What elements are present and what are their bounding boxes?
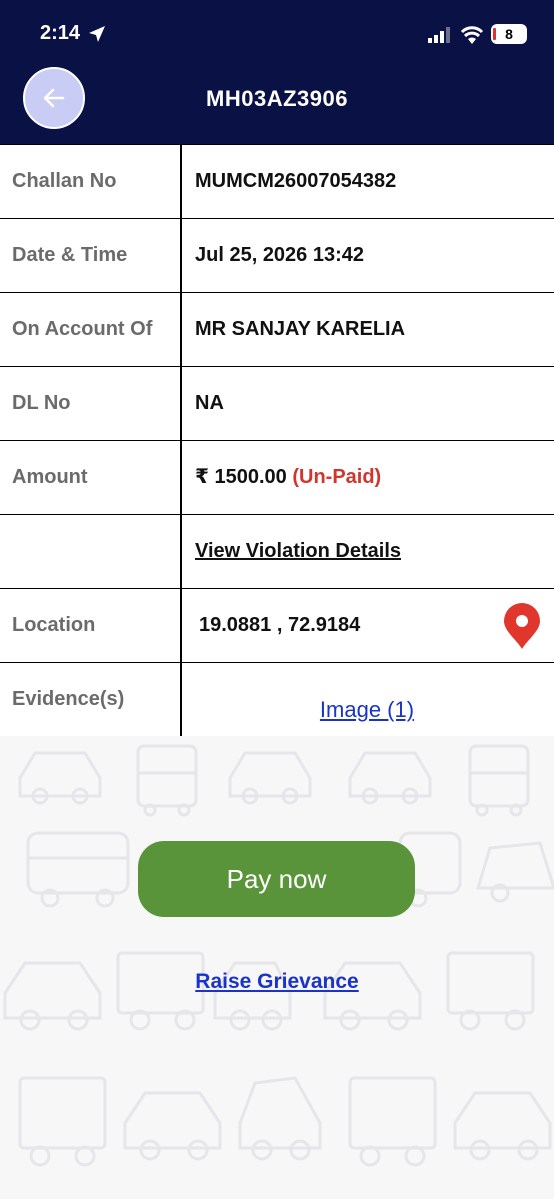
dl-value: NA [195,392,224,414]
pay-now-button[interactable]: Pay now [138,841,415,917]
location-arrow-icon [89,26,105,42]
location-label: Location [12,614,96,636]
column-divider [180,293,182,366]
row-amount: Amount ₹ 1500.00 (Un-Paid) [0,441,554,515]
amount-label: Amount [12,466,88,488]
row-violation: View Violation Details [0,515,554,589]
vehicle-pattern-icon [3,744,554,1167]
amount-value-group: ₹ 1500.00 (Un-Paid) [195,441,381,514]
cellular-signal-icon [428,27,450,43]
column-divider [180,367,182,440]
raise-grievance-link[interactable]: Raise Grievance [0,970,554,994]
evidence-label: Evidence(s) [12,688,125,710]
page-title: MH03AZ3906 [206,86,348,111]
column-divider [180,441,182,514]
row-dl-no: DL No NA [0,367,554,441]
evidence-image-link[interactable]: Image (1) [180,673,554,746]
status-bar: 2:14 8 [0,0,554,62]
view-violation-details-link[interactable]: View Violation Details [195,515,401,588]
account-value: MR SANJAY KARELIA [195,318,406,340]
row-date-time: Date & Time Jul 25, 2026 13:42 [0,219,554,293]
location-value: 19.0881 , 72.9184 [199,614,361,636]
status-time: 2:14 [40,22,81,44]
payment-status: (Un-Paid) [292,466,382,488]
row-on-account-of: On Account Of MR SANJAY KARELIA [0,293,554,367]
vehicle-pattern-background [0,738,554,1199]
datetime-value: Jul 25, 2026 13:42 [195,244,365,266]
battery-level: 8 [505,26,513,42]
datetime-label: Date & Time [12,244,128,266]
challan-details-table: Challan No MUMCM26007054382 Date & Time … [0,144,554,736]
row-location: Location 19.0881 , 72.9184 [0,589,554,663]
account-label: On Account Of [12,318,153,340]
row-challan-no: Challan No MUMCM26007054382 [0,145,554,219]
wifi-icon [460,26,484,44]
column-divider [180,145,182,218]
app-header: MH03AZ3906 [0,62,554,144]
dl-label: DL No [12,392,71,414]
map-pin-icon[interactable] [502,603,542,651]
column-divider [180,515,182,588]
column-divider [180,219,182,292]
challan-label: Challan No [12,170,117,192]
row-evidence: Evidence(s) Image (1) [0,663,554,736]
battery-icon: 8 [491,24,527,44]
challan-value: MUMCM26007054382 [195,170,397,192]
column-divider [180,589,182,662]
amount-value: ₹ 1500.00 [195,466,287,488]
